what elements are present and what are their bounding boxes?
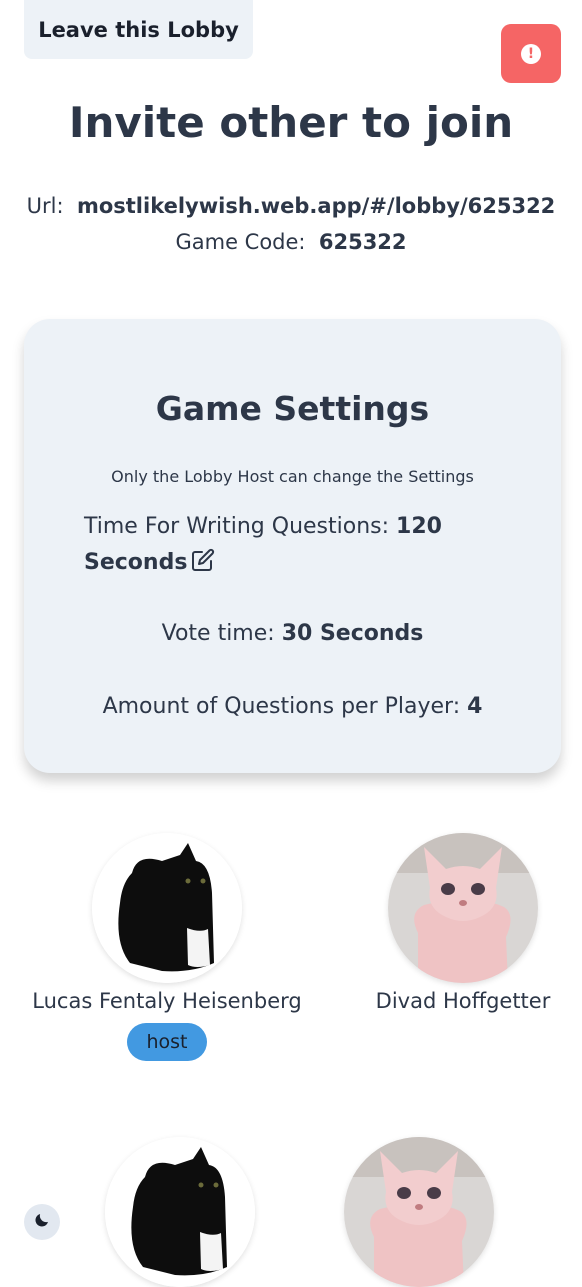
game-settings-card: Game Settings Only the Lobby Host can ch… [24,319,561,773]
player-card [105,1137,255,1287]
player-card [344,1137,494,1287]
black-cat-avatar [92,833,242,983]
invite-url-line: Url: mostlikelywish.web.app/#/lobby/6253… [0,194,582,218]
host-badge: host [127,1023,207,1061]
sphynx-cat-avatar [388,833,538,983]
edit-icon[interactable] [191,548,215,584]
vote-time-setting: Vote time: 30 Seconds [24,621,561,646]
game-code-line: Game Code: 625322 [0,230,582,254]
black-cat-avatar [105,1137,255,1287]
questions-amount-label: Amount of Questions per Player: [102,694,461,719]
sphynx-cat-avatar [344,1137,494,1287]
leave-lobby-button[interactable]: Leave this Lobby [24,0,253,59]
page-title: Invite other to join [68,98,514,147]
player-card: Divad Hoffgetter [348,833,578,1013]
vote-time-label: Vote time: [161,621,275,646]
writing-time-label: Time For Writing Questions: [84,514,390,539]
url-value[interactable]: mostlikelywish.web.app/#/lobby/625322 [77,194,555,218]
theme-toggle-button[interactable] [24,1204,60,1240]
settings-title: Game Settings [155,389,430,428]
writing-time-setting: Time For Writing Questions: 120 Seconds [84,509,484,584]
code-value: 625322 [318,230,407,254]
url-label: Url: [26,194,64,218]
questions-amount-value: 4 [467,694,483,719]
player-name: Lucas Fentaly Heisenberg [32,989,302,1013]
alert-button[interactable]: ! [501,24,561,83]
questions-amount-setting: Amount of Questions per Player: 4 [24,694,561,719]
settings-note: Only the Lobby Host can change the Setti… [111,467,474,486]
player-card: Lucas Fentaly Heisenberg host [24,833,310,1061]
code-label: Game Code: [175,230,306,254]
player-name: Divad Hoffgetter [375,989,551,1013]
moon-icon [33,1211,51,1234]
vote-time-value: 30 Seconds [281,621,424,646]
exclamation-icon: ! [521,43,541,64]
